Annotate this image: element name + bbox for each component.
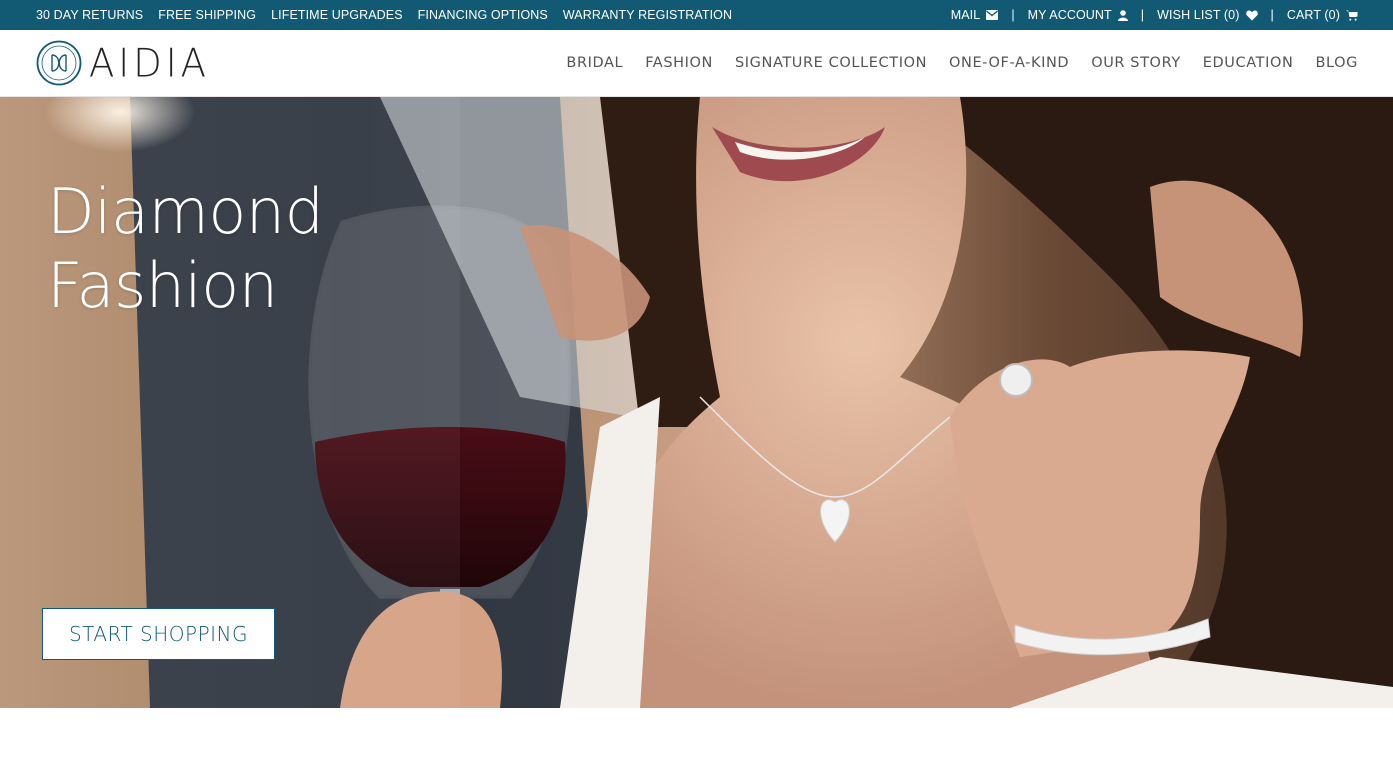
upgrades-link[interactable]: LIFETIME UPGRADES bbox=[271, 8, 403, 22]
account-links: MAIL | MY ACCOUNT | WISH LIST (0) | CART… bbox=[951, 8, 1358, 22]
nav-bridal[interactable]: BRIDAL bbox=[566, 55, 623, 71]
mail-label: MAIL bbox=[950, 8, 981, 22]
cart-link[interactable]: CART (0) bbox=[1287, 8, 1358, 22]
account-label: MY ACCOUNT bbox=[1027, 8, 1112, 22]
aidia-logo[interactable]: AIDIA bbox=[35, 39, 210, 87]
envelope-icon bbox=[986, 10, 999, 20]
separator: | bbox=[1140, 8, 1145, 22]
hero-title-line-2: Fashion bbox=[47, 249, 278, 322]
nav-one-of-a-kind[interactable]: ONE-OF-A-KIND bbox=[949, 55, 1069, 71]
my-account-link[interactable]: MY ACCOUNT bbox=[1028, 8, 1128, 22]
nav-blog[interactable]: BLOG bbox=[1315, 55, 1358, 71]
warranty-link[interactable]: WARRANTY REGISTRATION bbox=[563, 8, 732, 22]
hero-title: Diamond Fashion bbox=[47, 175, 324, 323]
wishlist-label: WISH LIST (0) bbox=[1157, 8, 1240, 22]
promo-links: 30 DAY RETURNS FREE SHIPPING LIFETIME UP… bbox=[36, 8, 732, 22]
site-header: AIDIA BRIDAL FASHION SIGNATURE COLLECTIO… bbox=[0, 30, 1393, 97]
heart-icon bbox=[1245, 10, 1258, 20]
top-utility-bar: 30 DAY RETURNS FREE SHIPPING LIFETIME UP… bbox=[0, 0, 1393, 30]
returns-link[interactable]: 30 DAY RETURNS bbox=[36, 8, 143, 22]
hero-banner: Diamond Fashion START SHOPPING bbox=[0, 97, 1393, 708]
cart-icon bbox=[1346, 10, 1358, 21]
wish-list-link[interactable]: WISH LIST (0) bbox=[1157, 8, 1258, 22]
main-nav: BRIDAL FASHION SIGNATURE COLLECTION ONE-… bbox=[566, 55, 1358, 71]
separator: | bbox=[1011, 8, 1015, 22]
shipping-link[interactable]: FREE SHIPPING bbox=[158, 8, 256, 22]
below-hero-area bbox=[0, 708, 1393, 782]
nav-signature-collection[interactable]: SIGNATURE COLLECTION bbox=[735, 55, 927, 71]
nav-fashion[interactable]: FASHION bbox=[645, 55, 713, 71]
mail-link[interactable]: MAIL bbox=[951, 8, 999, 22]
nav-our-story[interactable]: OUR STORY bbox=[1091, 55, 1181, 71]
aidia-monogram-icon bbox=[36, 40, 82, 86]
cart-label: CART (0) bbox=[1286, 8, 1340, 22]
start-shopping-button[interactable]: START SHOPPING bbox=[42, 608, 275, 660]
hero-title-line-1: Diamond bbox=[47, 175, 324, 248]
financing-link[interactable]: FINANCING OPTIONS bbox=[418, 8, 548, 22]
nav-education[interactable]: EDUCATION bbox=[1203, 55, 1294, 71]
brand-name: AIDIA bbox=[89, 40, 210, 86]
user-icon bbox=[1117, 9, 1128, 21]
separator: | bbox=[1270, 8, 1274, 22]
